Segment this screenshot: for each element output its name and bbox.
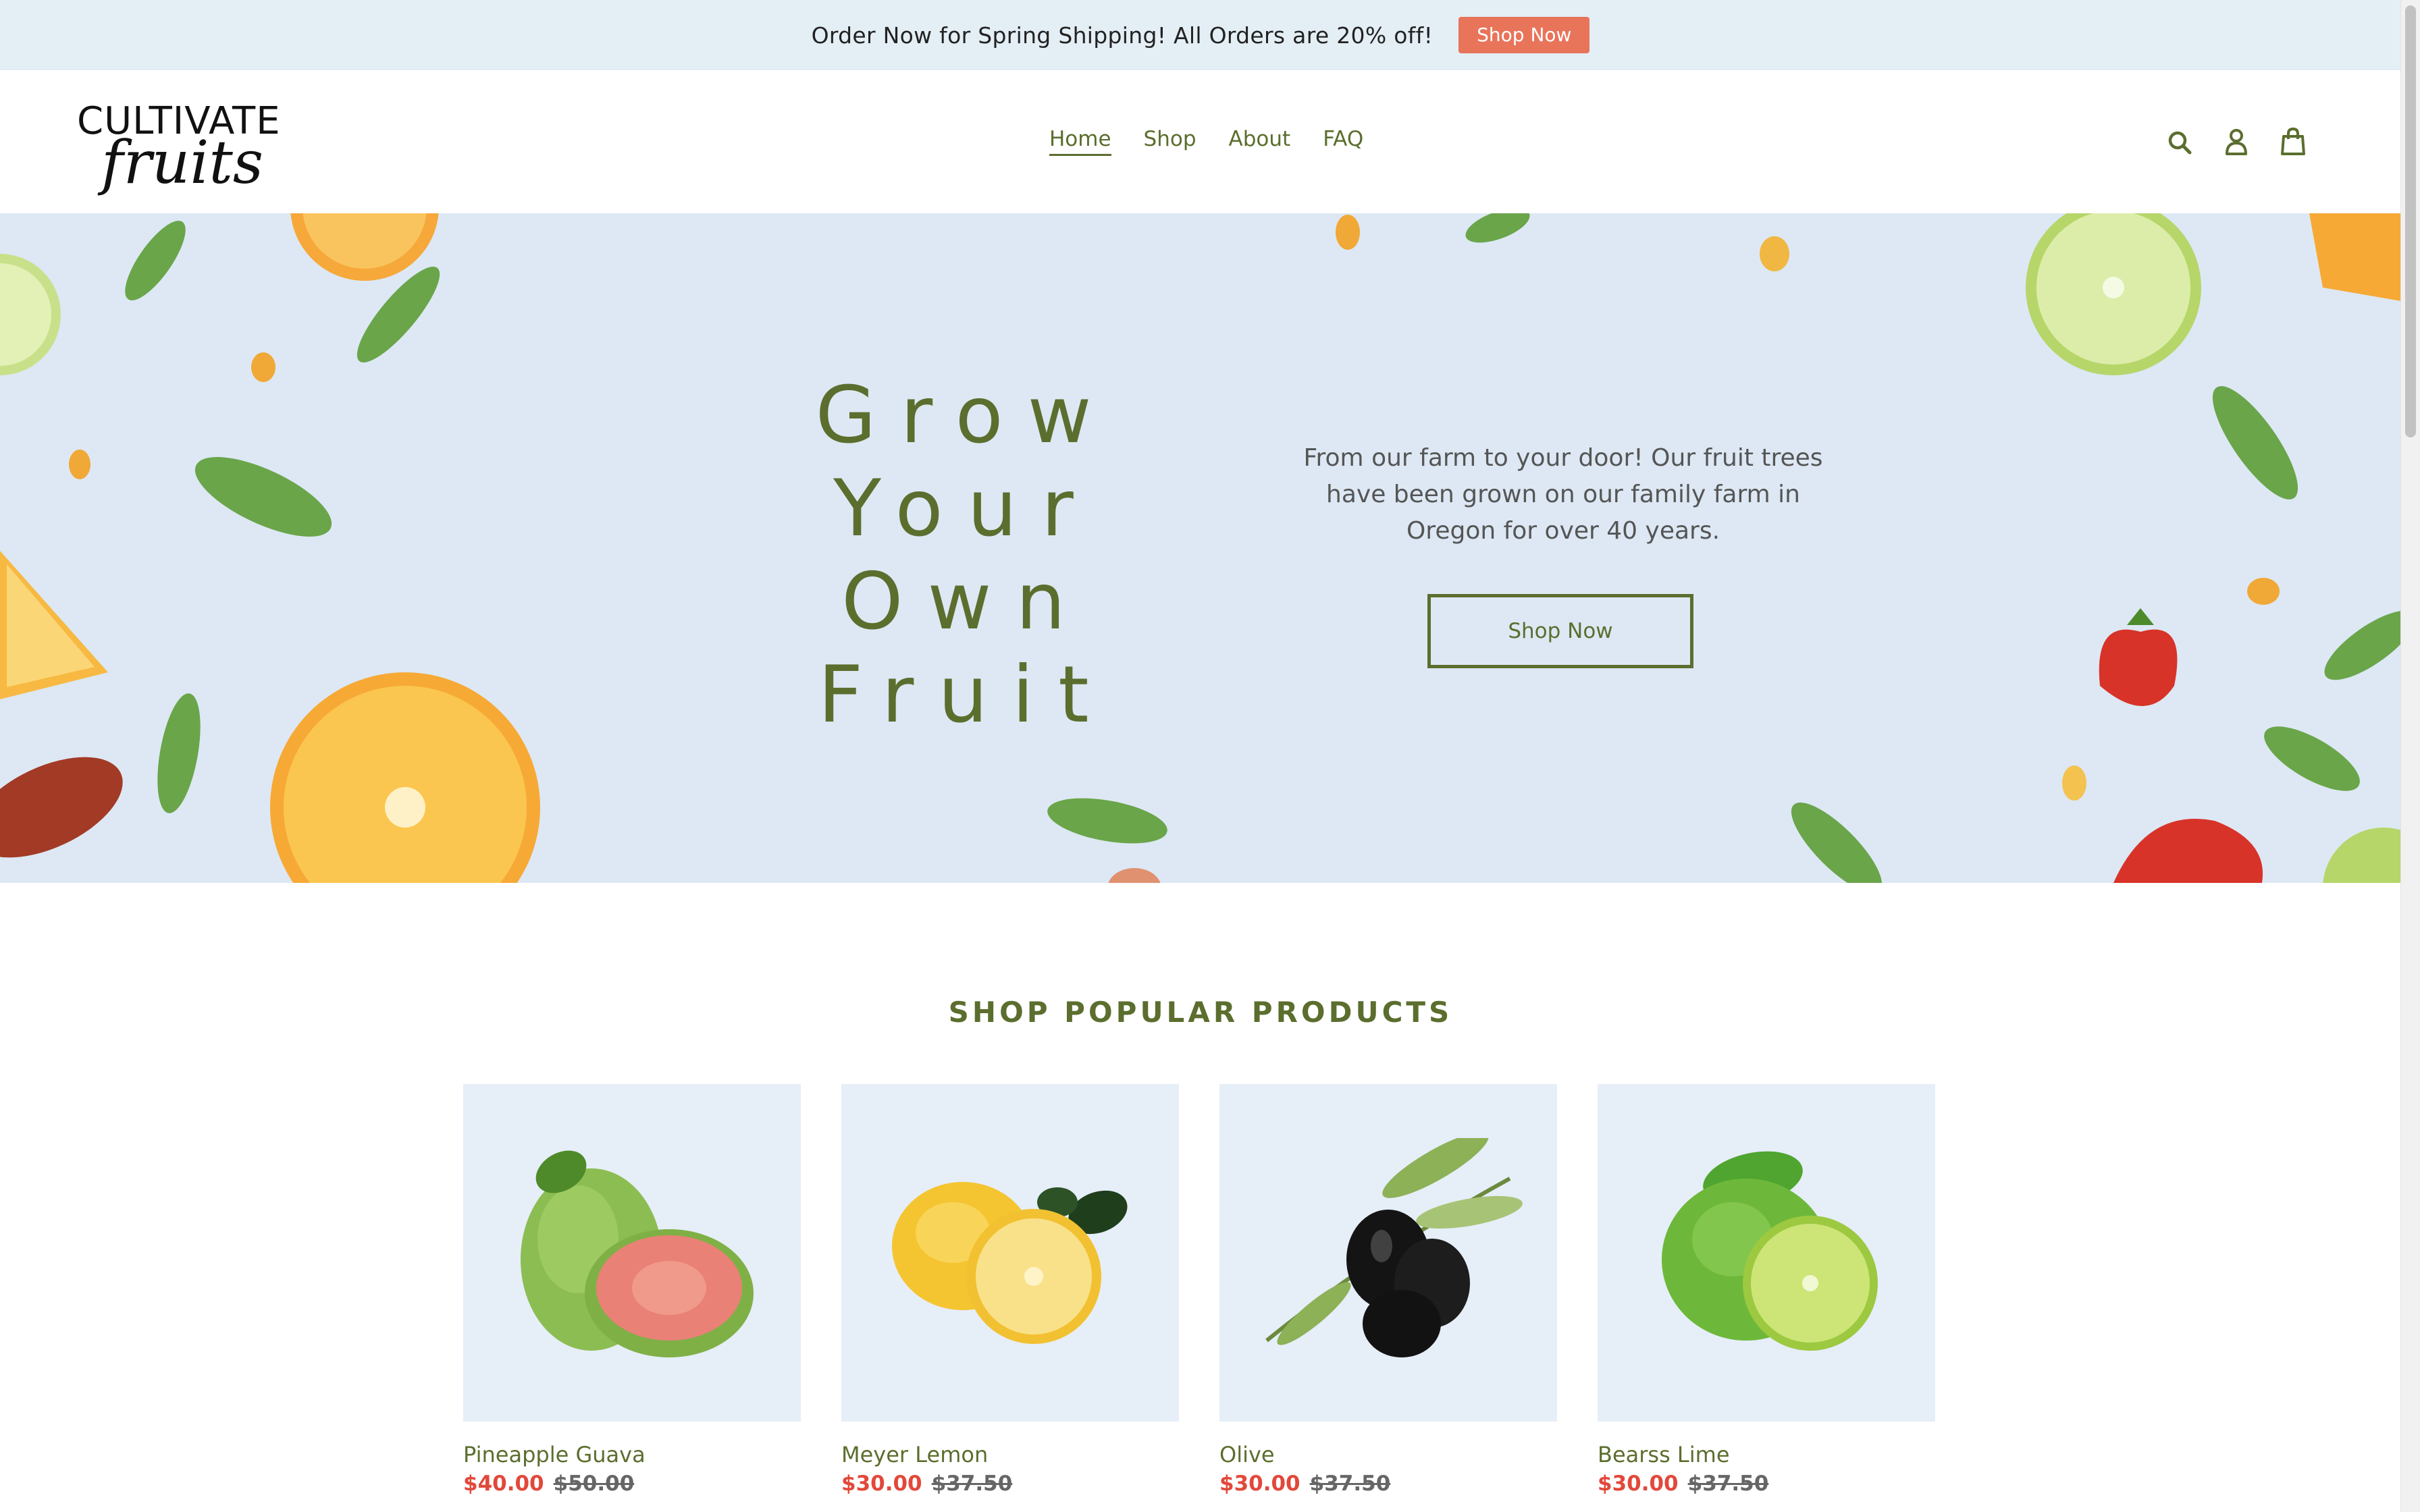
sale-price: $30.00 — [841, 1472, 922, 1496]
product-name[interactable]: Pineapple Guava — [463, 1442, 801, 1467]
product-card[interactable]: Pineapple Guava $40.00 $50.00 — [463, 1084, 801, 1496]
sale-price: $30.00 — [1598, 1472, 1679, 1496]
product-card[interactable]: Meyer Lemon $30.00 $37.50 — [841, 1084, 1179, 1496]
hero-fruit-background — [0, 213, 2401, 883]
sale-price: $40.00 — [463, 1472, 544, 1496]
nav-item-faq[interactable]: FAQ — [1323, 127, 1363, 156]
announcement-text: Order Now for Spring Shipping! All Order… — [811, 22, 1433, 49]
logo-wordmark-script: fruits — [101, 128, 263, 197]
search-icon[interactable] — [2166, 126, 2193, 158]
announcement-shop-now-button[interactable]: Shop Now — [1458, 17, 1590, 53]
hero-title-line: Grow — [815, 370, 1116, 462]
product-name[interactable]: Meyer Lemon — [841, 1442, 1179, 1467]
nav-item-home[interactable]: Home — [1049, 127, 1111, 156]
site-logo[interactable]: CULTIVATE fruits — [74, 94, 280, 197]
sale-price: $30.00 — [1219, 1472, 1300, 1496]
hero-title-line: Own — [841, 556, 1090, 648]
compare-at-price: $50.00 — [553, 1472, 635, 1496]
hero-shop-now-button[interactable]: Shop Now — [1427, 594, 1693, 668]
main-nav: Home Shop About FAQ — [1049, 127, 1363, 156]
product-price: $30.00 $37.50 — [841, 1472, 1179, 1496]
product-card[interactable]: Olive $30.00 $37.50 — [1219, 1084, 1557, 1496]
product-price: $40.00 $50.00 — [463, 1472, 801, 1496]
scrollbar-thumb[interactable] — [2405, 5, 2416, 437]
compare-at-price: $37.50 — [1687, 1472, 1769, 1496]
product-card[interactable]: Bearss Lime $30.00 $37.50 — [1598, 1084, 1935, 1496]
product-price: $30.00 $37.50 — [1598, 1472, 1935, 1496]
cart-icon[interactable] — [2280, 126, 2307, 158]
hero-description: From our farm to your door! Our fruit tr… — [1303, 444, 1823, 545]
popular-products-heading: SHOP POPULAR PRODUCTS — [948, 995, 1453, 1029]
product-name[interactable]: Olive — [1219, 1442, 1557, 1467]
header-icons — [2166, 126, 2307, 158]
product-name[interactable]: Bearss Lime — [1598, 1442, 1935, 1467]
compare-at-price: $37.50 — [1309, 1472, 1391, 1496]
product-image-pineapple-guava[interactable] — [463, 1084, 801, 1422]
hero-title: Grow Your Own Fruit — [763, 369, 1168, 742]
product-image-olive[interactable] — [1219, 1084, 1557, 1422]
nav-item-shop[interactable]: Shop — [1144, 127, 1196, 156]
nav-item-about[interactable]: About — [1229, 127, 1291, 156]
hero-title-line: Your — [833, 463, 1098, 555]
site-header: CULTIVATE fruits Home Shop About FAQ — [0, 70, 2401, 213]
page-scrollbar[interactable] — [2400, 0, 2420, 1512]
hero-banner: Grow Your Own Fruit From our farm to you… — [0, 213, 2401, 883]
account-icon[interactable] — [2223, 126, 2250, 158]
product-grid: Pineapple Guava $40.00 $50.00 Meyer Lemon… — [463, 1084, 1935, 1496]
product-image-meyer-lemon[interactable] — [841, 1084, 1179, 1422]
hero-title-line: Fruit — [818, 649, 1113, 741]
announcement-bar: Order Now for Spring Shipping! All Order… — [0, 0, 2401, 70]
product-image-bearss-lime[interactable] — [1598, 1084, 1935, 1422]
compare-at-price: $37.50 — [931, 1472, 1013, 1496]
product-price: $30.00 $37.50 — [1219, 1472, 1557, 1496]
